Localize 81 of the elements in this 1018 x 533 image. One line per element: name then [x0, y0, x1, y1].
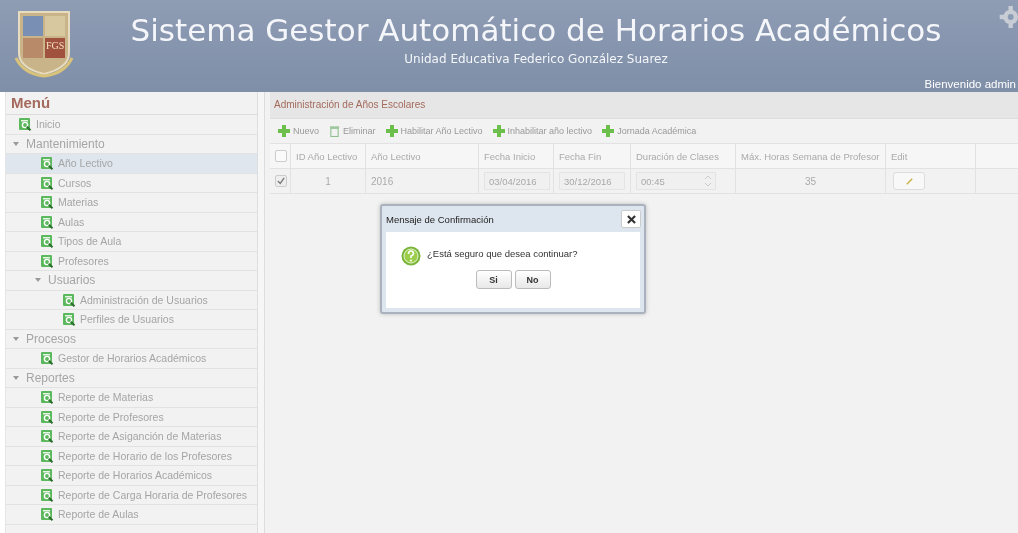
report-icon — [40, 507, 54, 522]
menu-item[interactable]: Reporte de Materias — [6, 388, 258, 408]
menu-item[interactable]: Perfiles de Usuarios — [6, 310, 258, 330]
menu-group[interactable]: Reportes — [6, 368, 258, 388]
trash-icon — [329, 125, 340, 137]
report-icon — [40, 234, 54, 249]
date-field[interactable]: 03/04/2016 — [484, 172, 550, 190]
report-icon — [62, 292, 76, 307]
report-icon — [40, 351, 54, 366]
close-icon — [626, 214, 636, 224]
toolbar-button[interactable]: Habilitar Año Lectivo — [381, 125, 487, 137]
spinner-arrows-icon — [703, 174, 713, 188]
caret-down-icon — [12, 334, 20, 343]
plus-icon — [492, 125, 505, 137]
report-icon — [40, 429, 54, 444]
dialog-title: Mensaje de Confirmación — [386, 213, 494, 225]
menu-title: Menú — [6, 92, 258, 115]
time-spinner[interactable]: 00:45 — [636, 172, 716, 190]
report-icon — [40, 468, 54, 483]
column-header[interactable]: Fecha Fin — [554, 144, 631, 168]
menu-item[interactable]: Año Lectivo — [6, 154, 258, 174]
edit-button[interactable] — [893, 172, 925, 190]
menu-item[interactable]: Administración de Usuarios — [6, 290, 258, 310]
toolbar-button[interactable]: Inhabilitar año lectivo — [488, 125, 597, 137]
dialog-button[interactable]: Si — [475, 270, 512, 289]
menu-item[interactable]: Reporte de Carga Horaria de Profesores — [6, 485, 258, 505]
column-header[interactable]: ID Año Lectivo — [291, 144, 366, 168]
report-icon — [40, 195, 54, 210]
report-icon — [40, 253, 54, 268]
column-header[interactable]: Año Lectivo — [366, 144, 479, 168]
menu-item[interactable]: Tipos de Aula — [6, 232, 258, 252]
toolbar-button[interactable]: Eliminar — [325, 125, 380, 137]
menu-item[interactable]: Profesores — [6, 251, 258, 271]
caret-down-icon — [12, 139, 20, 148]
menu-item[interactable]: Reporte de Horarios Académicos — [6, 466, 258, 486]
report-icon — [40, 487, 54, 502]
table-cell: 2016 — [371, 175, 394, 187]
column-header[interactable]: Fecha Inicio — [479, 144, 554, 168]
table-cell: 1 — [325, 175, 331, 187]
checkbox[interactable] — [275, 150, 287, 162]
menu-group[interactable]: Procesos — [6, 329, 258, 349]
checkbox[interactable] — [275, 175, 287, 187]
toolbar-button[interactable]: Jornada Académica — [598, 125, 701, 137]
report-icon — [40, 390, 54, 405]
menu-item[interactable]: Reporte de Horario de los Profesores — [6, 446, 258, 466]
dialog-button[interactable]: No — [514, 270, 551, 289]
toolbar-button[interactable]: Nuevo — [274, 125, 323, 137]
column-header[interactable]: Máx. Horas Semana de Profesor — [736, 144, 886, 168]
question-icon — [401, 246, 421, 266]
crest-logo: FGS — [14, 8, 74, 78]
menu-item[interactable]: Inicio — [6, 115, 258, 135]
pencil-icon — [904, 176, 914, 186]
column-header[interactable]: Edit — [886, 144, 976, 168]
report-icon — [40, 409, 54, 424]
caret-down-icon — [12, 373, 20, 382]
menu-item[interactable]: Materias — [6, 193, 258, 213]
menu-item[interactable]: Gestor de Horarios Académicos — [6, 349, 258, 369]
report-icon — [40, 156, 54, 171]
menu-item[interactable]: Aulas — [6, 212, 258, 232]
report-icon — [40, 175, 54, 190]
report-icon — [62, 312, 76, 327]
menu-item[interactable]: Reporte de Aulas — [6, 505, 258, 525]
menu-item[interactable]: Cursos — [6, 173, 258, 193]
menu-item[interactable]: Reporte de Profesores — [6, 407, 258, 427]
table-cell: 35 — [804, 175, 817, 187]
close-button[interactable] — [621, 210, 641, 228]
report-icon — [40, 448, 54, 463]
plus-icon — [278, 125, 290, 137]
school-name: Unidad Educativa Federico González Suarez — [404, 52, 668, 66]
menu-item[interactable]: Reporte de Asiganción de Materias — [6, 427, 258, 447]
panel-title: Administración de Años Escolares — [270, 92, 1018, 119]
menu-group[interactable]: Usuarios — [6, 271, 258, 291]
app-title: Sistema Gestor Automático de Horarios Académicos — [130, 12, 942, 48]
report-icon — [40, 214, 54, 229]
plus-icon — [602, 125, 615, 137]
report-icon — [18, 117, 32, 132]
column-header[interactable]: Duración de Clases — [631, 144, 736, 168]
date-field[interactable]: 30/12/2016 — [559, 172, 625, 190]
welcome-text: Bienvenido admin — [924, 78, 1016, 90]
plus-icon — [385, 125, 398, 137]
dialog-message: ¿Está seguro que desea continuar? — [427, 248, 578, 259]
